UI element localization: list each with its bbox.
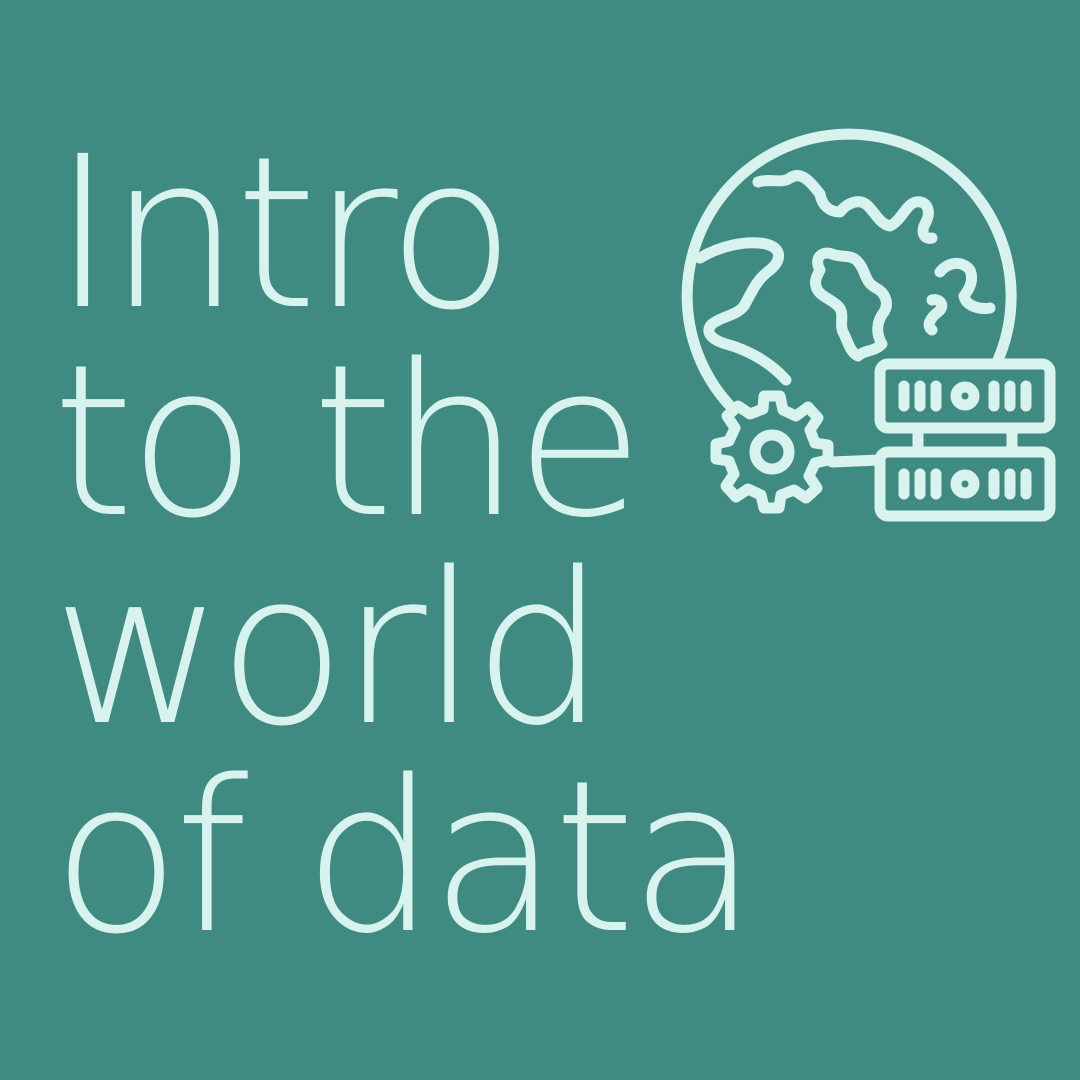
gear-icon (710, 390, 834, 514)
title-line-4: of data (52, 735, 758, 980)
server-icon (874, 358, 1056, 522)
title-line-3: world (52, 527, 606, 772)
continents-icon (694, 170, 996, 386)
connector-line (826, 454, 886, 468)
title-line-2: to the (52, 319, 644, 564)
title-line-1: Intro (52, 111, 516, 356)
page-title: Intro to the world of data (52, 111, 758, 980)
globe-data-server-gear-icon (670, 128, 1070, 530)
